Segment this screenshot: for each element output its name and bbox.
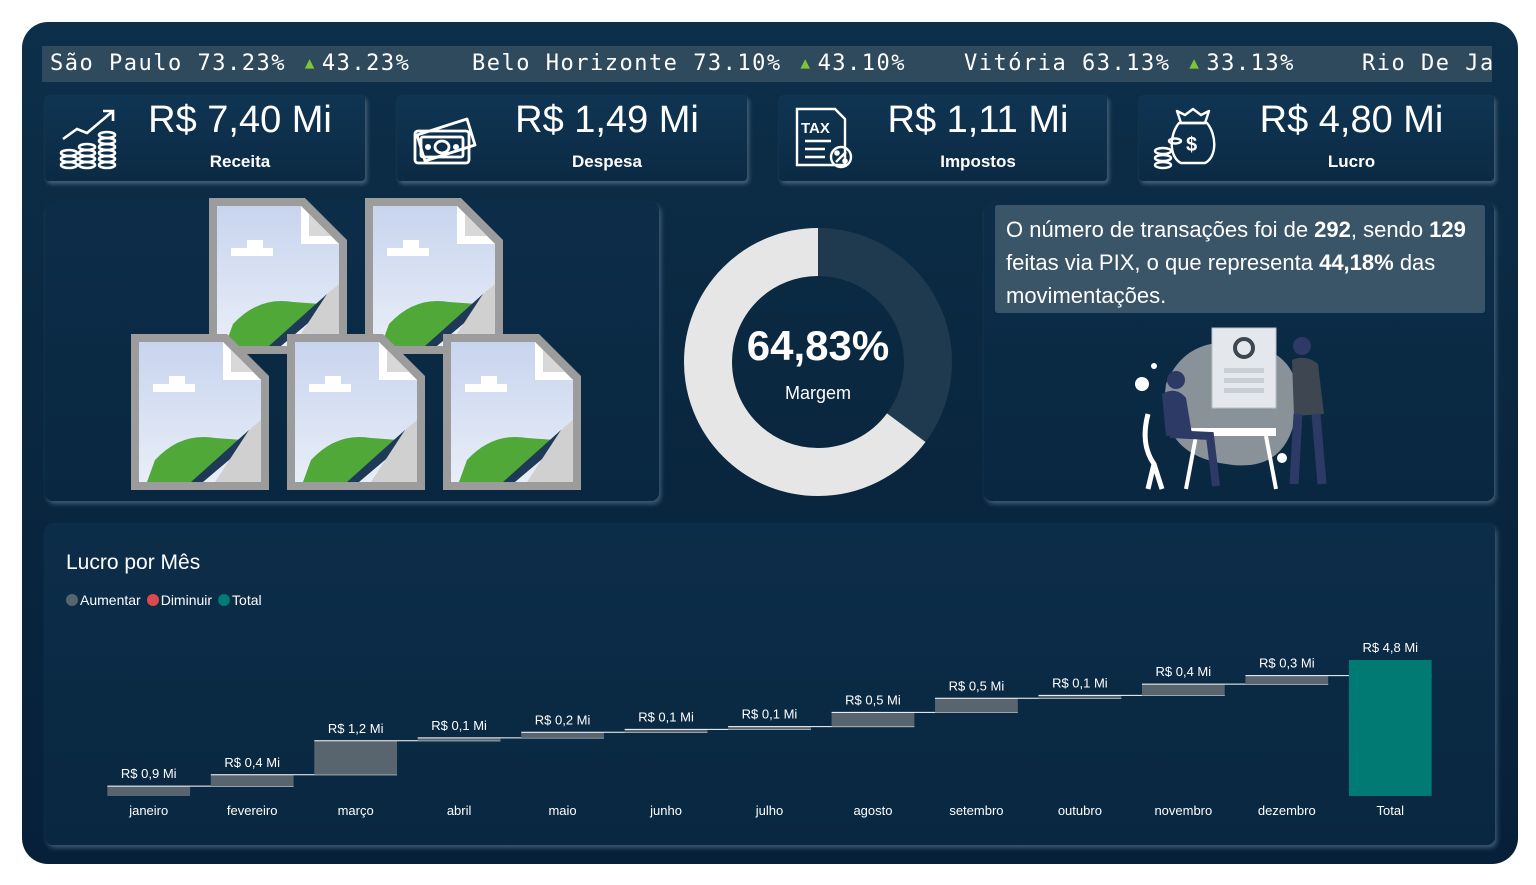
x-tick-label: Total — [1377, 803, 1405, 818]
x-tick-label: janeiro — [128, 803, 168, 818]
x-tick-label: julho — [755, 803, 783, 818]
x-tick-label: outubro — [1058, 803, 1102, 818]
data-label: R$ 0,5 Mi — [845, 692, 901, 707]
waterfall-chart: R$ 0,9 Mi janeiro R$ 0,4 Mi fevereiro R$ 1,2… — [107, 640, 1432, 818]
x-tick-label: fevereiro — [227, 803, 278, 818]
data-label: R$ 0,4 Mi — [224, 755, 280, 770]
x-tick-label: junho — [649, 803, 682, 818]
waterfall-bar[interactable] — [831, 712, 915, 727]
data-label: R$ 0,4 Mi — [1156, 664, 1212, 679]
data-label: R$ 0,5 Mi — [949, 678, 1005, 693]
waterfall-bar[interactable] — [107, 786, 191, 796]
waterfall-bar[interactable] — [521, 732, 604, 738]
x-tick-label: agosto — [853, 803, 892, 818]
data-label: R$ 4,8 Mi — [1362, 640, 1418, 655]
waterfall-bar[interactable] — [1348, 660, 1432, 796]
data-label: R$ 0,3 Mi — [1259, 656, 1315, 671]
x-tick-label: setembro — [949, 803, 1003, 818]
data-label: R$ 0,1 Mi — [1052, 675, 1108, 690]
waterfall-bar[interactable] — [210, 774, 294, 787]
data-label: R$ 0,9 Mi — [121, 766, 177, 781]
data-label: R$ 0,1 Mi — [638, 709, 694, 724]
x-tick-label: março — [338, 803, 374, 818]
data-label: R$ 1,2 Mi — [328, 721, 384, 736]
waterfall-bar[interactable] — [1141, 684, 1225, 696]
data-label: R$ 0,2 Mi — [535, 712, 591, 727]
data-label: R$ 0,1 Mi — [431, 718, 487, 733]
waterfall-bar[interactable] — [935, 698, 1018, 713]
x-tick-label: novembro — [1154, 803, 1212, 818]
x-tick-label: abril — [447, 803, 472, 818]
data-label: R$ 0,1 Mi — [742, 707, 798, 722]
waterfall-bar[interactable] — [314, 740, 398, 775]
x-tick-label: dezembro — [1258, 803, 1316, 818]
waterfall-bar[interactable] — [1245, 675, 1329, 685]
x-tick-label: maio — [548, 803, 576, 818]
